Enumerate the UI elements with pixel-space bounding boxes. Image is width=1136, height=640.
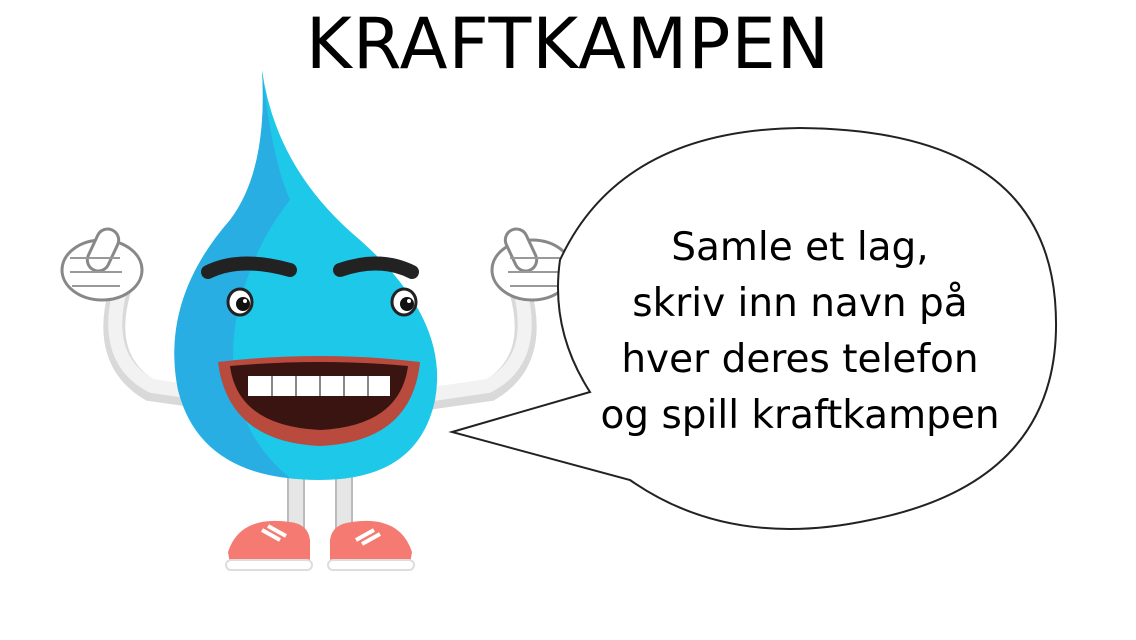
speech-line: Samle et lag, — [671, 225, 929, 270]
right-shoe — [327, 520, 415, 571]
left-thumbs-up-hand — [60, 227, 144, 302]
speech-bubble-text: Samle et lag, skriv inn navn på hver der… — [560, 220, 1040, 444]
speech-line: skriv inn navn på — [632, 281, 968, 326]
right-eye — [390, 287, 418, 317]
left-eye — [226, 287, 254, 317]
speech-line: hver deres telefon — [621, 337, 979, 382]
left-shoe — [225, 520, 313, 571]
speech-line: og spill kraftkampen — [600, 393, 1000, 438]
